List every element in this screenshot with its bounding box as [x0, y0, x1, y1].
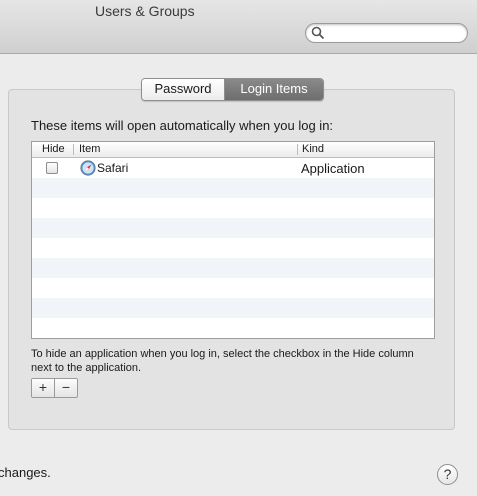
empty-row — [32, 198, 434, 218]
add-item-button[interactable]: + — [32, 379, 54, 397]
window-toolbar: Users & Groups — [0, 0, 477, 54]
help-button[interactable]: ? — [437, 464, 458, 485]
tab-login-items[interactable]: Login Items — [225, 79, 323, 100]
column-header-hide[interactable]: Hide — [42, 143, 65, 156]
safari-icon — [80, 160, 96, 176]
empty-row — [32, 338, 434, 339]
hide-checkbox[interactable] — [46, 162, 58, 174]
column-header-kind[interactable]: Kind — [302, 143, 324, 156]
item-kind: Application — [301, 161, 365, 176]
add-remove-buttons: + − — [31, 378, 78, 398]
column-header-item[interactable]: Item — [79, 143, 100, 156]
window-title: Users & Groups — [95, 3, 195, 19]
tab-password[interactable]: Password — [142, 79, 225, 100]
tab-bar: Password Login Items — [141, 78, 324, 101]
remove-item-button[interactable]: − — [54, 379, 77, 397]
table-body: Safari Application — [32, 158, 434, 339]
lock-message: changes. — [0, 465, 51, 480]
login-items-description: These items will open automatically when… — [31, 118, 334, 133]
search-input[interactable] — [328, 25, 462, 41]
empty-row — [32, 278, 434, 298]
table-row[interactable]: Safari Application — [32, 158, 434, 178]
table-header: Hide Item Kind — [32, 142, 434, 158]
hide-hint-text: To hide an application when you log in, … — [31, 348, 414, 374]
item-name: Safari — [97, 161, 129, 175]
empty-row — [32, 178, 434, 198]
column-divider — [434, 144, 435, 155]
column-divider — [73, 144, 74, 155]
search-icon — [311, 26, 325, 40]
empty-row — [32, 258, 434, 278]
search-field[interactable] — [305, 23, 468, 43]
empty-row — [32, 318, 434, 338]
login-items-table[interactable]: Hide Item Kind Safari Application — [31, 141, 435, 339]
empty-row — [32, 298, 434, 318]
column-divider — [297, 144, 298, 155]
empty-row — [32, 218, 434, 238]
empty-row — [32, 238, 434, 258]
